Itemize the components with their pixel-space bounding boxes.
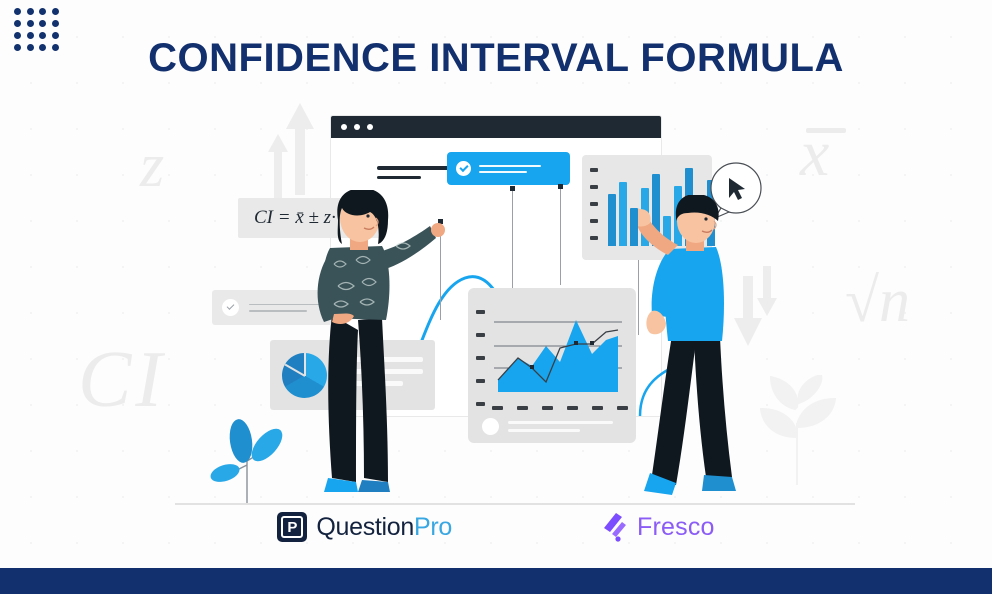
questionpro-mark-letter: P [281, 516, 304, 538]
questionpro-mark-icon: P [277, 512, 308, 542]
arrow-down-small-icon [757, 266, 777, 316]
bar-chart-bar [619, 182, 627, 246]
man-walking [638, 195, 736, 495]
area-card-text-lines [508, 421, 613, 432]
area-chart-plot [494, 320, 622, 392]
browser-heading-line [377, 166, 450, 170]
area-chart-y-ticks [476, 310, 485, 406]
browser-title-bar [331, 116, 661, 138]
watermark-sqrt-n: √n [845, 267, 911, 335]
bar-chart-bar [630, 208, 638, 246]
stem-dot-3 [558, 184, 563, 189]
browser-dot-3 [367, 124, 373, 130]
stem-3 [560, 185, 561, 285]
stem-dot-2 [510, 186, 515, 191]
questionpro-text-accent: Pro [414, 512, 453, 541]
bottom-bar [0, 568, 992, 594]
check-circle-icon [222, 299, 239, 316]
footer-logos: P QuestionPro Fresco [0, 512, 992, 542]
fresco-logo[interactable]: Fresco [602, 512, 715, 542]
plant-icon [210, 419, 283, 503]
woman-presenter [317, 190, 445, 492]
questionpro-logo[interactable]: P QuestionPro [277, 512, 452, 542]
watermark-x-bar: x [800, 121, 846, 187]
watermark-z: z [140, 132, 165, 200]
area-card-footer [482, 418, 613, 435]
check-circle-icon [456, 161, 471, 176]
browser-dot-2 [354, 124, 360, 130]
area-chart-x-ticks [492, 406, 628, 410]
area-chart-card [468, 288, 636, 443]
bar-chart-y-ticks [590, 168, 598, 240]
banner-text-lines [479, 164, 541, 173]
leaf-icon [759, 375, 837, 485]
watermark-ci: CI [78, 336, 166, 424]
questionpro-wordmark: QuestionPro [316, 513, 452, 542]
page-title: CONFIDENCE INTERVAL FORMULA [148, 36, 844, 80]
bar-chart-bar [608, 194, 616, 246]
browser-dot-1 [341, 124, 347, 130]
browser-subheading-line [377, 176, 421, 179]
avatar [482, 418, 499, 435]
poster-canvas: CONFIDENCE INTERVAL FORMULA z CI x √n CI… [0, 0, 992, 594]
fresco-wordmark: Fresco [637, 512, 715, 541]
questionpro-text-primary: Question [316, 512, 415, 541]
watermark-x-bar-letter: x [800, 117, 830, 190]
lightning-bolt-icon [604, 513, 627, 542]
arrow-up-small-icon [268, 134, 288, 202]
status-banner [447, 152, 570, 185]
